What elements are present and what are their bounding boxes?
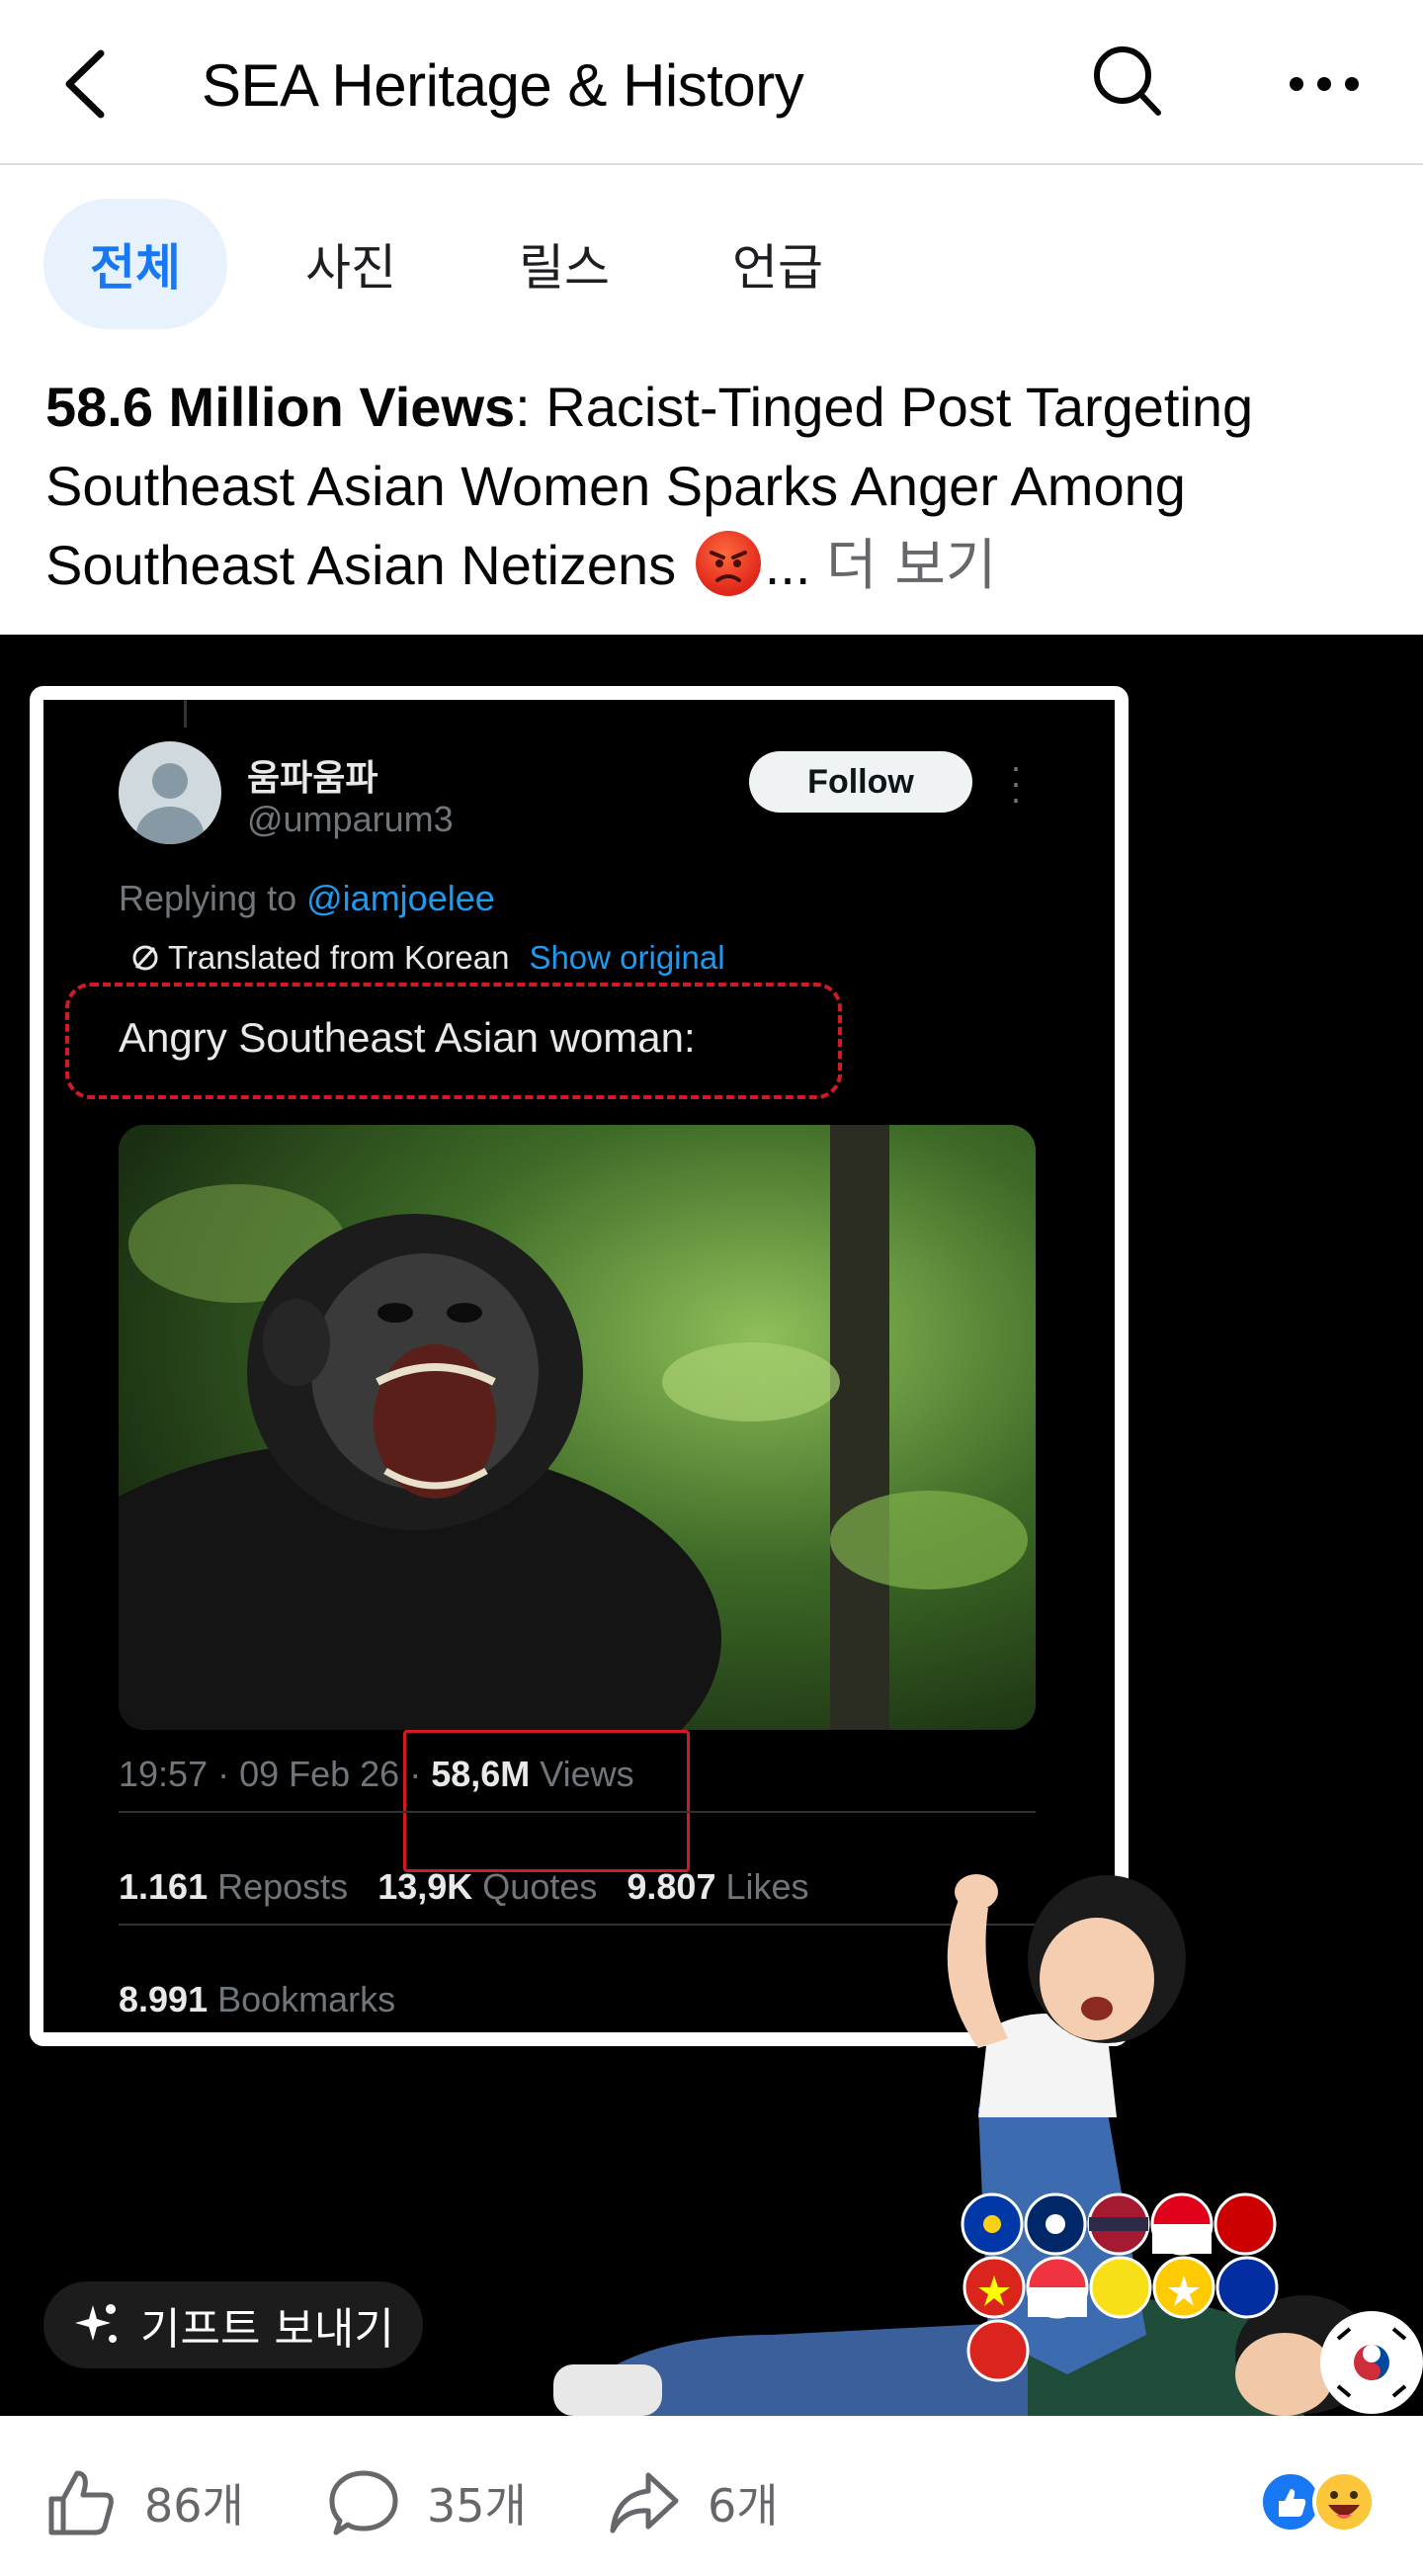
back-chevron-icon[interactable] — [49, 40, 128, 129]
follow-button: Follow — [749, 751, 972, 813]
tweet-more-icon: · · · — [1010, 746, 1022, 818]
share-arrow-icon — [610, 2472, 679, 2533]
translate-icon — [132, 945, 158, 971]
tab-mentions[interactable]: 언급 — [713, 199, 842, 329]
comment-button[interactable]: 35개 — [326, 2465, 527, 2540]
page-title: SEA Heritage & History — [202, 52, 804, 119]
reposts-count: 1.161 — [119, 1866, 209, 1907]
tab-photos[interactable]: 사진 — [287, 199, 415, 329]
post-image[interactable]: 움파움파 @umparum3 Follow · · · Replying to @i… — [0, 635, 1423, 2416]
angry-face-icon — [695, 531, 761, 596]
top-app-bar: SEA Heritage & History — [0, 0, 1423, 165]
chimpanzee-photo — [119, 1125, 1036, 1730]
like-button[interactable]: 86개 — [43, 2465, 244, 2540]
send-gift-label: 기프트 보내기 — [140, 2304, 394, 2355]
quotes-count: 13,9K — [377, 1866, 473, 1907]
show-original-link: Show original — [529, 939, 725, 976]
tweet-text: Angry Southeast Asian woman: — [119, 1014, 696, 1061]
bookmarks-count: 8.991 — [119, 1979, 209, 2019]
reaction-icons[interactable] — [1259, 2467, 1378, 2536]
caption-ellipsis: ... — [764, 534, 811, 596]
tab-all[interactable]: 전체 — [43, 199, 227, 329]
translated-label: Translated from Korean — [168, 939, 510, 976]
post-caption: 58.6 Million Views: Racist-Tinged Post T… — [45, 368, 1389, 606]
caption-highlight: 58.6 Million Views — [45, 376, 516, 438]
bookmarks-label: Bookmarks — [217, 1979, 396, 2019]
send-gift-button[interactable]: 기프트 보내기 — [43, 2281, 423, 2368]
gift-sparkle-icon — [75, 2304, 117, 2343]
post-actions: 86개 35개 6개 — [0, 2416, 1423, 2576]
translation-notice: Translated from Korean Show original — [128, 939, 725, 977]
share-count: 6개 — [708, 2479, 779, 2533]
see-more-link[interactable]: 더 보기 — [826, 534, 996, 598]
more-options-icon[interactable] — [1285, 59, 1364, 109]
cartoon-illustration — [553, 1874, 1374, 2416]
search-icon[interactable] — [1087, 42, 1166, 121]
share-button[interactable]: 6개 — [607, 2465, 779, 2540]
replying-mention: @iamjoelee — [306, 878, 495, 918]
filter-tabs: 전체 사진 릴스 언급 — [0, 165, 1423, 333]
comment-bubble-icon — [329, 2470, 398, 2535]
tab-reels[interactable]: 릴스 — [500, 199, 628, 329]
comment-count: 35개 — [427, 2479, 527, 2533]
tweet-handle: @umparum3 — [247, 799, 454, 839]
avatar — [119, 741, 221, 844]
tweet-time: 19:57 · 09 Feb 26 · — [119, 1754, 422, 1794]
tweet-display-name: 움파움파 — [247, 758, 378, 799]
replying-to: Replying to @iamjoelee — [119, 878, 495, 919]
thumbs-up-icon — [48, 2470, 114, 2535]
tweet-bookmarks: 8.991 Bookmarks — [119, 1979, 395, 2020]
reposts-label: Reposts — [217, 1866, 349, 1907]
like-count: 86개 — [144, 2479, 244, 2533]
thread-line — [184, 700, 187, 728]
replying-prefix: Replying to — [119, 878, 297, 918]
korea-flag-badge — [1320, 2311, 1423, 2414]
